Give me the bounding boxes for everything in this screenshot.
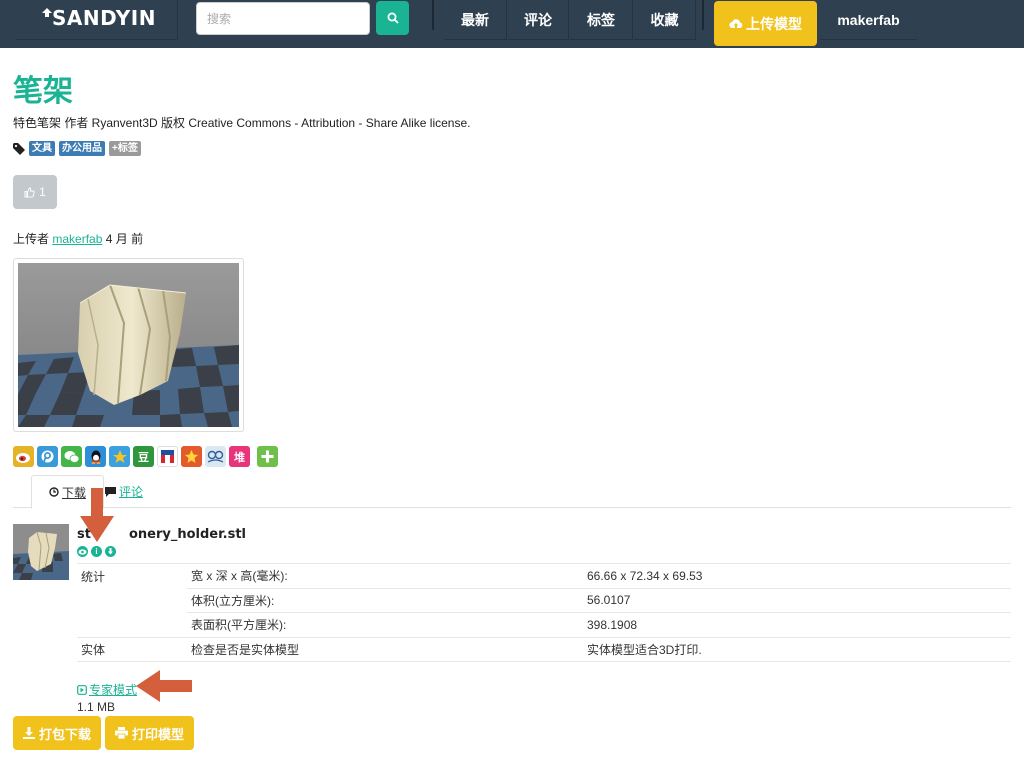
qq-penguin-glyph — [91, 450, 100, 464]
logo-text: SANDYIN — [52, 6, 156, 30]
tag-list: 文具 办公用品 +标签 — [13, 141, 141, 156]
download-icon[interactable] — [105, 546, 116, 557]
file-tabs: 下载 评论 — [13, 475, 1011, 509]
stat-value: 398.1908 — [583, 612, 1011, 638]
qq-icon[interactable] — [85, 446, 106, 467]
model-preview[interactable] — [13, 258, 244, 432]
expert-mode-link[interactable]: 专家模式 — [77, 681, 137, 698]
uploader-link[interactable]: makerfab — [52, 232, 102, 246]
tab-comments-label: 评论 — [119, 485, 144, 499]
page-title: 笔架 — [13, 74, 73, 109]
download-arrow-glyph — [108, 548, 113, 555]
upload-model-button[interactable]: 上传模型 — [714, 1, 817, 46]
tag-stationery[interactable]: 文具 — [29, 141, 55, 156]
share-bar: 豆 堆 — [13, 446, 278, 467]
file-name-suffix: onery_holder.stl — [128, 527, 247, 542]
clock-icon — [49, 487, 59, 497]
file-thumbnail[interactable] — [13, 524, 69, 580]
home-arrow-icon — [42, 8, 52, 17]
download-icon — [22, 727, 35, 739]
model-description: 特色笔架 作者 Ryanvent3D 版权 Creative Commons -… — [13, 116, 471, 130]
plus-glyph — [261, 450, 274, 463]
uploaded-by-label: 上传者 — [13, 232, 50, 246]
nav-comments[interactable]: 评论 — [508, 0, 569, 40]
wechat-icon[interactable] — [61, 446, 82, 467]
file-actions: i — [77, 546, 116, 557]
uploader-line: 上传者 makerfab 4 月 前 — [13, 230, 143, 247]
file-size: 1.1 MB — [77, 700, 116, 714]
stat-category: 统计 — [77, 563, 187, 589]
search-icon — [387, 12, 399, 24]
upload-label: 上传模型 — [746, 15, 802, 32]
renren-icon[interactable] — [157, 446, 178, 467]
info-icon[interactable]: i — [91, 546, 102, 557]
stat-value: 56.0107 — [583, 587, 1011, 613]
weibo-glyph — [16, 453, 30, 463]
search-button[interactable] — [376, 1, 409, 35]
nav-divider — [432, 0, 434, 30]
tencent-weibo-icon[interactable] — [37, 446, 58, 467]
nav-latest[interactable]: 最新 — [444, 0, 507, 40]
nav-tags[interactable]: 标签 — [570, 0, 633, 40]
qzone-star-glyph — [112, 450, 127, 463]
stat-category — [77, 613, 187, 638]
renren-glyph — [161, 450, 174, 463]
nav-divider — [702, 0, 704, 30]
stat-value: 66.66 x 72.34 x 69.53 — [583, 563, 1011, 589]
people-glyph — [207, 450, 224, 463]
people-icon[interactable] — [205, 446, 226, 467]
tag-office-supplies[interactable]: 办公用品 — [59, 141, 105, 156]
top-navbar: SANDYIN 最新 评论 标签 收藏 上传模型 makerfab — [0, 0, 1024, 48]
weibo-icon[interactable] — [13, 446, 34, 467]
douban-icon[interactable]: 豆 — [133, 446, 154, 467]
wechat-glyph — [64, 450, 79, 463]
table-row: 实体 检查是否是实体模型 实体模型适合3D打印. — [77, 636, 1011, 663]
nav-favorites[interactable]: 收藏 — [634, 0, 696, 40]
qzone-icon[interactable] — [109, 446, 130, 467]
expert-mode-label: 专家模式 — [89, 683, 138, 697]
search-input[interactable] — [196, 2, 370, 35]
site-logo[interactable]: SANDYIN — [42, 6, 156, 30]
view-icon[interactable] — [77, 546, 88, 557]
download-zip-button[interactable]: 打包下载 — [13, 716, 101, 750]
stat-label: 体积(立方厘米): — [187, 587, 583, 613]
more-share-icon[interactable] — [257, 446, 278, 467]
stat-label: 检查是否是实体模型 — [187, 636, 583, 663]
stat-category: 实体 — [77, 636, 187, 663]
add-tag-button[interactable]: +标签 — [109, 141, 141, 156]
annotation-arrow-left — [136, 670, 192, 702]
stat-label: 宽 x 深 x 高(毫米): — [187, 563, 583, 589]
kaixin-icon[interactable] — [181, 446, 202, 467]
user-menu[interactable]: makerfab — [820, 0, 917, 40]
table-row: 统计 宽 x 深 x 高(毫米): 66.66 x 72.34 x 69.53 — [77, 563, 1011, 589]
stat-label: 表面积(平方厘米): — [187, 612, 583, 638]
file-thumbnail-image — [13, 524, 69, 580]
table-row: 表面积(平方厘米): 398.1908 — [77, 612, 1011, 638]
logo-container[interactable]: SANDYIN — [16, 0, 178, 40]
play-square-icon — [77, 684, 87, 695]
tencent-weibo-glyph — [41, 450, 54, 463]
download-zip-label: 打包下载 — [38, 726, 91, 742]
cloud-upload-icon — [729, 18, 743, 29]
stat-category — [77, 588, 187, 613]
upload-time: 4 月 前 — [105, 232, 144, 246]
thumbs-up-icon — [24, 186, 35, 198]
tieba-icon[interactable]: 堆 — [229, 446, 250, 467]
model-stats-table: 统计 宽 x 深 x 高(毫米): 66.66 x 72.34 x 69.53 … — [77, 563, 1011, 663]
like-button[interactable]: 1 — [13, 175, 57, 209]
print-icon — [114, 727, 128, 739]
model-render-image — [18, 263, 239, 427]
annotation-arrow-down — [80, 488, 114, 542]
eye-glyph — [78, 548, 87, 555]
stat-value: 实体模型适合3D打印. — [583, 636, 1011, 663]
print-model-button[interactable]: 打印模型 — [105, 716, 194, 750]
table-row: 体积(立方厘米): 56.0107 — [77, 587, 1011, 613]
print-model-label: 打印模型 — [131, 726, 184, 742]
kaixin-glyph — [185, 450, 198, 463]
tag-icon — [13, 142, 25, 155]
like-count: 1 — [39, 185, 46, 199]
